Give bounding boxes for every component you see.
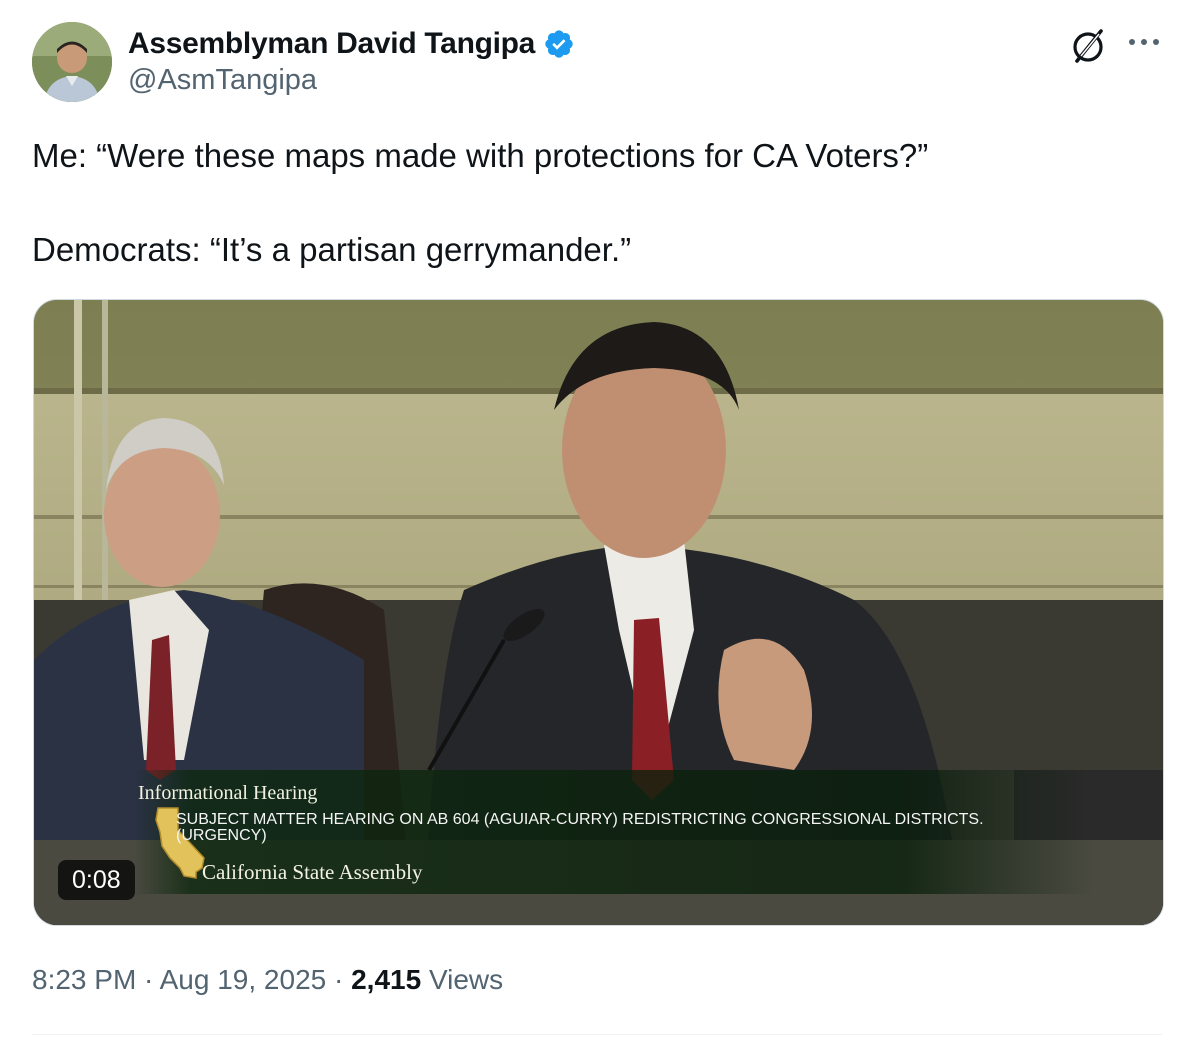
views-label: Views [421,964,504,995]
avatar[interactable] [32,22,112,102]
grok-icon[interactable] [1068,26,1108,66]
more-icon[interactable] [1126,30,1162,54]
tweet-time[interactable]: 8:23 PM [32,964,136,995]
tweet-line-2: Democrats: “It’s a partisan gerrymander.… [32,231,632,268]
views-count[interactable]: 2,415 [351,964,421,995]
verified-badge-icon[interactable] [543,28,575,60]
tweet-date[interactable]: Aug 19, 2025 [160,964,327,995]
meta-separator-1: · [136,964,160,995]
video-duration-badge: 0:08 [58,860,135,900]
video-player[interactable]: Informational Hearing SUBJECT MATTER HEA… [33,299,1164,926]
tweet-meta: 8:23 PM · Aug 19, 2025 · 2,415 Views [32,964,503,996]
broadcast-lower-third: Informational Hearing SUBJECT MATTER HEA… [134,770,1094,894]
lower-third-source: California State Assembly [202,860,423,884]
avatar-image [32,22,112,102]
meta-separator-2: · [326,964,352,995]
lower-third-title: Informational Hearing [138,782,318,804]
tweet-line-1: Me: “Were these maps made with protectio… [32,137,929,174]
tweet-text: Me: “Were these maps made with protectio… [32,132,1162,274]
author-display-name[interactable]: Assemblyman David Tangipa [128,27,535,61]
divider [32,1034,1162,1035]
author-handle[interactable]: @AsmTangipa [128,64,317,97]
lower-third-subject: SUBJECT MATTER HEARING ON AB 604 (AGUIAR… [176,811,984,844]
